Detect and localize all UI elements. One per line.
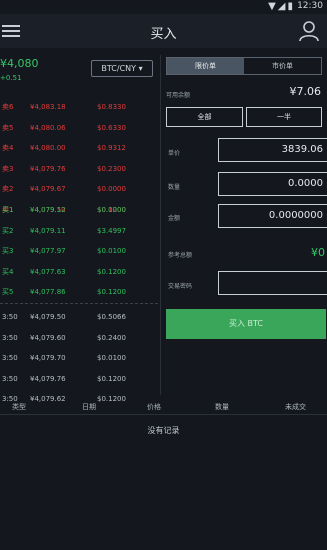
user-icon[interactable] [299,20,319,42]
divider [0,303,158,304]
ask-row[interactable]: 卖3 ¥4,079.76 $0.2300 [0,159,160,180]
tab-market[interactable]: 市价单 [244,58,321,74]
col-qty: 数量 [215,403,229,411]
estimate-value: ¥0 [311,246,325,259]
signal-icon: ▼◢▮ [268,1,295,12]
status-time: 12:30 [297,1,323,11]
history-divider [0,414,327,415]
bid-row[interactable]: 买5 ¥4,077.86 $0.1200 [0,282,160,303]
panel-divider [160,55,161,395]
ask-row[interactable]: 卖2 ¥4,079.67 $0.0000 [0,179,160,200]
col-price: 价格 [147,403,161,411]
ask-row[interactable]: 卖5 ¥4,080.06 $0.6330 [0,118,160,139]
history-header: 类型 日期 价格 数量 未成交 [0,400,327,414]
amount-label: 金额 [168,215,181,222]
empty-history: 没有记录 [147,426,180,435]
qty-label: 数量 [168,184,181,191]
trade-row: 3:50 ¥4,079.60 $0.2400 [2,333,126,342]
col-date: 日期 [82,403,96,411]
ask-row[interactable]: 卖4 ¥4,080.00 $0.9312 [0,138,160,159]
price-input[interactable]: 3839.06 [218,138,327,162]
ask-row[interactable]: 卖6 ¥4,083.18 $0.8330 [0,97,160,118]
available-value: ¥7.06 [289,85,322,98]
price-label: 单价 [168,150,181,157]
all-button[interactable]: 全部 [166,107,243,127]
estimate-label: 参考总额 [168,252,193,259]
tab-limit[interactable]: 限价单 [167,58,244,74]
last-price: ¥4,080 [0,57,39,70]
price-change: +0.51 [0,74,22,82]
trade-row: 3:50 ¥4,079.76 $0.1200 [2,374,126,383]
bid-row[interactable]: 买4 ¥4,077.63 $0.1200 [0,262,160,283]
top-bar: 买入 [0,14,327,48]
bid-row[interactable]: 买3 ¥4,077.97 $0.0100 [0,241,160,262]
pair-selector[interactable]: BTC/CNY ▾ [91,60,153,77]
qty-input[interactable]: 0.0000 [218,172,327,196]
password-input[interactable] [218,271,327,295]
status-bar: ▼◢▮ 12:30 [0,0,327,14]
order-type-tabs: 限价单 市价单 [166,57,322,75]
trades-list: 3:50 ¥4,079.50 $0.5066 3:50 ¥4,079.60 $0.240… [0,307,160,410]
page-title: 买入 [150,27,177,42]
password-label: 交易密码 [168,283,193,290]
buy-button[interactable]: 买入 BTC [166,309,326,339]
trade-row: 3:50 ¥4,079.70 $0.0100 [2,354,126,362]
amount-input[interactable]: 0.0000000 [218,204,327,228]
bid-row[interactable]: 买1 ¥4,079.12 $0.0000 [0,200,160,221]
half-button[interactable]: 一半 [246,107,322,127]
bid-row[interactable]: 买2 ¥4,079.11 $3.4997 [0,221,160,242]
col-unfilled: 未成交 [285,403,306,411]
bids-list: 买1 ¥4,079.12 $0.0000 买2 ¥4,079.11 $3.4997 买3… [0,200,160,303]
available-label: 可用余额 [166,92,191,99]
trade-row: 3:50 ¥4,079.50 $0.5066 [2,313,126,321]
col-type: 类型 [12,403,26,411]
